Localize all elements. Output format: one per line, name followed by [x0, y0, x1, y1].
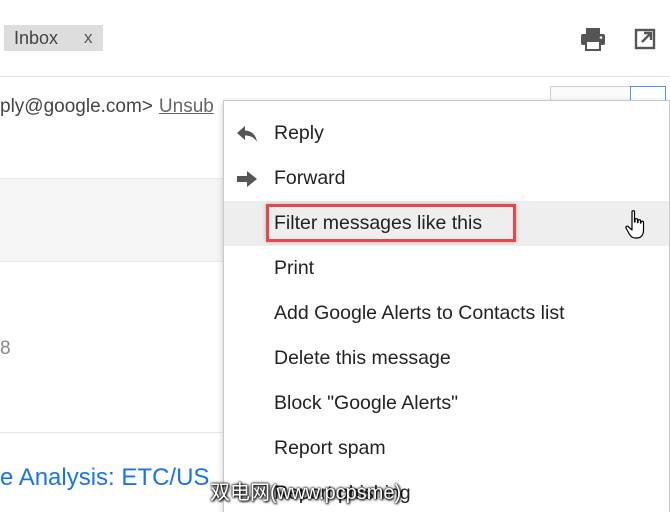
menu-item-label: Filter messages like this	[274, 212, 483, 234]
hand-pointer-cursor-icon	[625, 210, 645, 239]
inbox-label-chip[interactable]: Inbox x	[4, 25, 103, 51]
menu-item-label: Report spam	[274, 437, 386, 459]
print-button[interactable]	[578, 24, 608, 54]
reply-arrow-icon	[234, 121, 260, 147]
menu-item-forward[interactable]: Forward	[224, 156, 669, 201]
menu-item-label: Report phishing	[274, 482, 411, 504]
gmail-email-view: Inbox x ply@google.com> Unsub 8 e Analysi…	[0, 0, 670, 512]
menu-item-label: Reply	[274, 122, 324, 144]
sender-line: ply@google.com> Unsub	[0, 96, 214, 118]
menu-item-report-phishing[interactable]: Report phishing	[224, 471, 669, 512]
email-subject-link[interactable]: e Analysis: ETC/US	[0, 464, 209, 492]
menu-item-reply[interactable]: Reply	[224, 111, 669, 156]
menu-item-print[interactable]: Print	[224, 246, 669, 291]
menu-item-block-sender[interactable]: Block "Google Alerts"	[224, 381, 669, 426]
menu-item-label: Block "Google Alerts"	[274, 392, 459, 414]
menu-item-label: Print	[274, 257, 315, 279]
open-in-new-window-icon	[634, 28, 656, 50]
menu-item-filter-messages[interactable]: Filter messages like this	[224, 201, 669, 246]
date-fragment: 8	[0, 338, 11, 359]
menu-item-label: Delete this message	[274, 347, 451, 369]
menu-item-label: Add Google Alerts to Contacts list	[274, 302, 565, 324]
remove-label-button[interactable]: x	[84, 25, 93, 51]
open-new-window-button[interactable]	[630, 24, 660, 54]
sender-address: ply@google.com>	[0, 96, 153, 117]
printer-icon	[581, 28, 605, 51]
email-toolbar: Inbox x	[0, 0, 670, 77]
menu-item-label: Forward	[274, 167, 346, 189]
forward-arrow-icon	[234, 166, 260, 192]
menu-item-report-spam[interactable]: Report spam	[224, 426, 669, 471]
label-chip-text: Inbox	[14, 28, 59, 48]
message-context-menu: Reply Forward Filter messages like this …	[223, 100, 670, 512]
unsubscribe-link[interactable]: Unsub	[159, 96, 214, 117]
menu-item-add-to-contacts[interactable]: Add Google Alerts to Contacts list	[224, 291, 669, 336]
menu-item-delete-message[interactable]: Delete this message	[224, 336, 669, 381]
